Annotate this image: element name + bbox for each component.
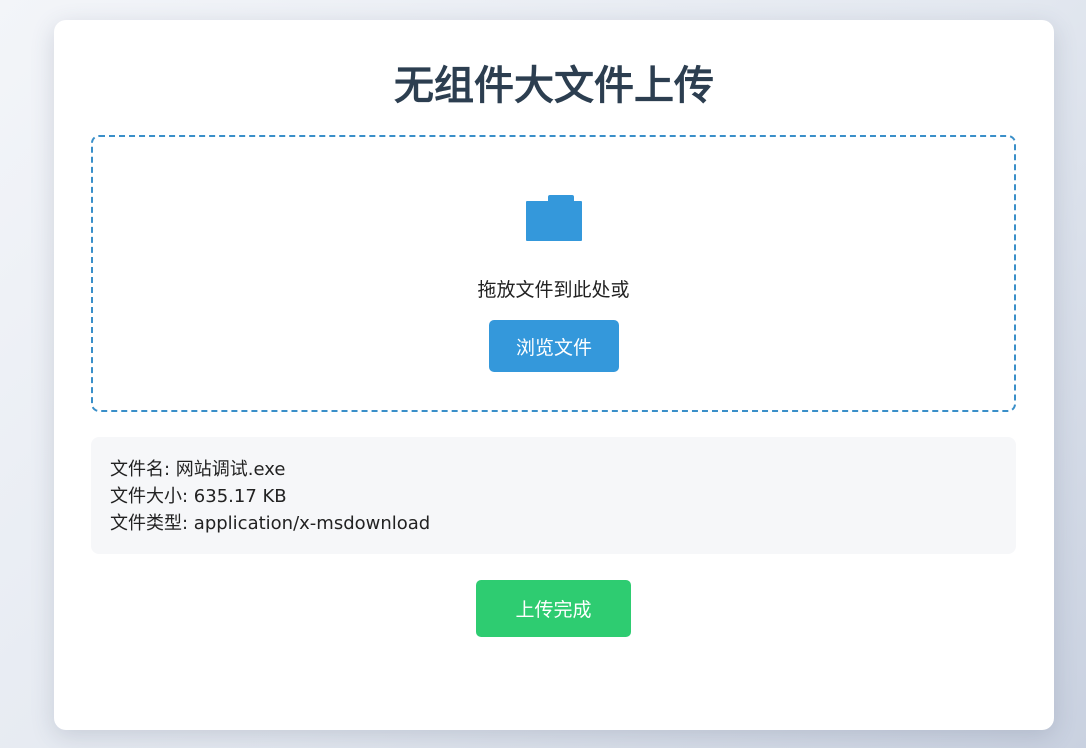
file-type-line: 文件类型: application/x-msdownload <box>110 513 431 534</box>
upload-complete-button[interactable]: 上传完成 <box>476 580 631 637</box>
file-dropzone[interactable]: 拖放文件到此处或 浏览文件 <box>91 135 1016 412</box>
file-name-line: 文件名: 网站调试.exe <box>110 459 286 480</box>
upload-card: 无组件大文件上传 拖放文件到此处或 浏览文件 文件名: 网站调试.exe 文件大… <box>54 20 1054 730</box>
file-info-panel: 文件名: 网站调试.exe 文件大小: 635.17 KB 文件类型: appl… <box>91 437 1016 554</box>
page-title: 无组件大文件上传 <box>394 63 714 109</box>
dropzone-prompt: 拖放文件到此处或 <box>477 279 630 301</box>
file-info-details: 文件名: 网站调试.exe 文件大小: 635.17 KB 文件类型: appl… <box>110 456 430 537</box>
file-size-line: 文件大小: 635.17 KB <box>110 486 287 507</box>
folder-icon <box>526 195 582 241</box>
browse-files-button[interactable]: 浏览文件 <box>489 320 619 372</box>
